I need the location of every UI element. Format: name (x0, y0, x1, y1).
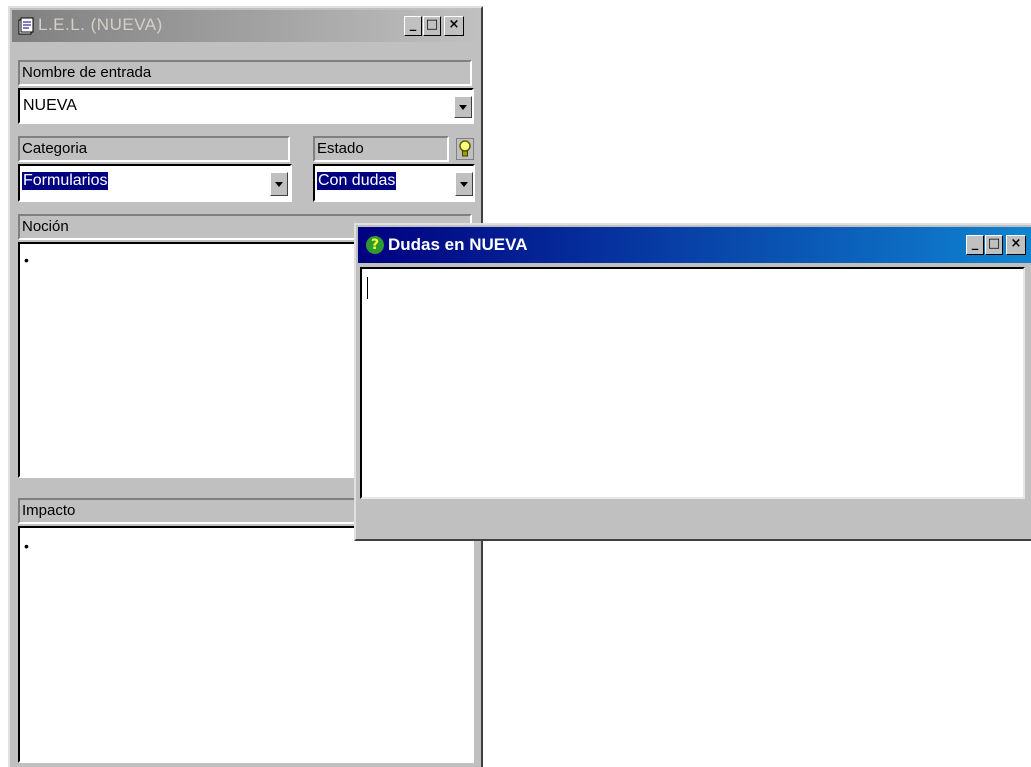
doubts-maximize-button[interactable]: □ (985, 235, 1003, 255)
close-button[interactable]: × (444, 16, 464, 36)
lel-title-bar[interactable]: L.E.L. (NUEVA) _ □ × (12, 10, 479, 42)
entry-name-dropdown-button[interactable] (454, 96, 472, 118)
text-cursor (367, 277, 368, 299)
notion-bullet: • (24, 252, 29, 268)
doubts-window: ? Dudas en NUEVA _ □ × (354, 223, 1031, 541)
question-mark-icon[interactable]: ? (366, 236, 384, 254)
lightbulb-icon[interactable] (456, 138, 474, 160)
doubts-close-button[interactable]: × (1006, 235, 1026, 255)
minimize-button[interactable]: _ (404, 16, 422, 36)
category-dropdown-button[interactable] (270, 172, 288, 196)
doubts-textarea[interactable] (360, 267, 1025, 499)
lel-title: L.E.L. (NUEVA) (38, 15, 163, 34)
minimize-icon: _ (409, 17, 417, 32)
entry-name-value[interactable]: NUEVA (23, 97, 77, 115)
doubts-minimize-button[interactable]: _ (966, 235, 984, 255)
maximize-icon: □ (425, 17, 439, 32)
category-value[interactable]: Formularios (22, 172, 109, 190)
category-label: Categoria (18, 136, 290, 162)
doubts-title: Dudas en NUEVA (388, 235, 528, 254)
entry-name-label: Nombre de entrada (18, 60, 472, 86)
impact-bullet: • (24, 538, 29, 554)
category-combobox[interactable]: Formularios (18, 164, 292, 202)
impact-textarea[interactable]: • (18, 526, 474, 763)
maximize-button[interactable]: □ (423, 16, 441, 36)
doubts-title-bar[interactable]: ? Dudas en NUEVA _ □ × (358, 227, 1031, 263)
maximize-icon: □ (987, 236, 1001, 251)
state-dropdown-button[interactable] (455, 172, 473, 196)
state-value[interactable]: Con dudas (317, 172, 397, 190)
entry-name-combobox[interactable]: NUEVA (18, 88, 474, 124)
state-label: Estado (313, 136, 449, 162)
minimize-icon: _ (971, 236, 979, 251)
close-icon: × (1010, 236, 1022, 251)
document-app-icon[interactable] (18, 17, 34, 35)
close-icon: × (448, 17, 460, 32)
state-combobox[interactable]: Con dudas (313, 164, 475, 202)
